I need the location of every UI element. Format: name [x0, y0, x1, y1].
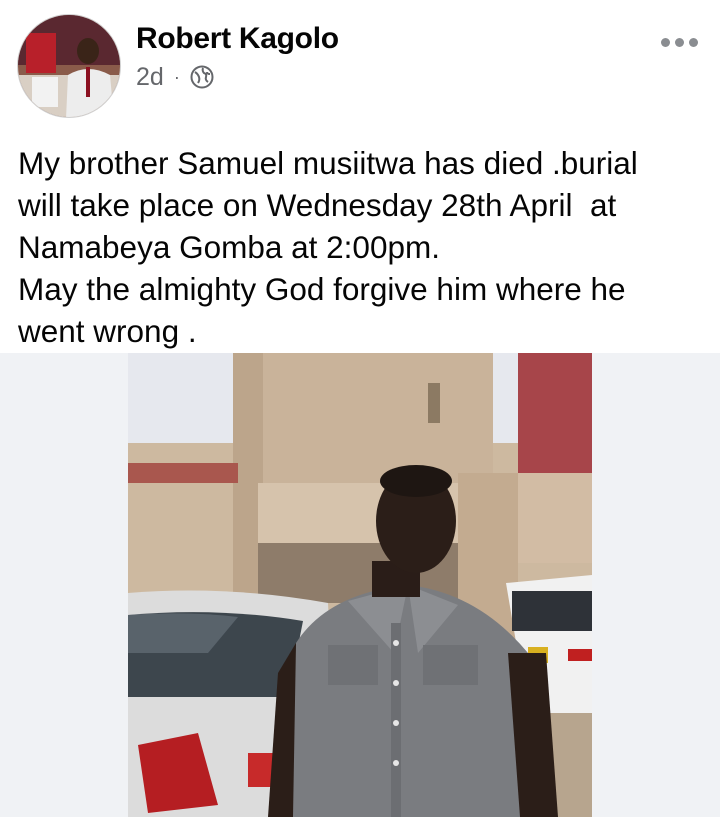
more-dot [675, 38, 684, 47]
author-avatar[interactable] [17, 14, 121, 118]
post-text: My brother Samuel musiitwa has died .bur… [18, 145, 638, 349]
post-time[interactable]: 2d [136, 63, 164, 92]
globe-icon[interactable] [190, 65, 214, 89]
post-photo-container[interactable] [0, 353, 720, 817]
post-meta: 2d · [136, 62, 214, 92]
more-dot [661, 38, 670, 47]
more-options-icon[interactable] [661, 38, 698, 47]
meta-separator: · [173, 66, 180, 87]
author-name[interactable]: Robert Kagolo [136, 22, 339, 56]
more-dot [689, 38, 698, 47]
post-header: Robert Kagolo 2d · [0, 0, 720, 130]
post-photo[interactable] [128, 353, 592, 817]
